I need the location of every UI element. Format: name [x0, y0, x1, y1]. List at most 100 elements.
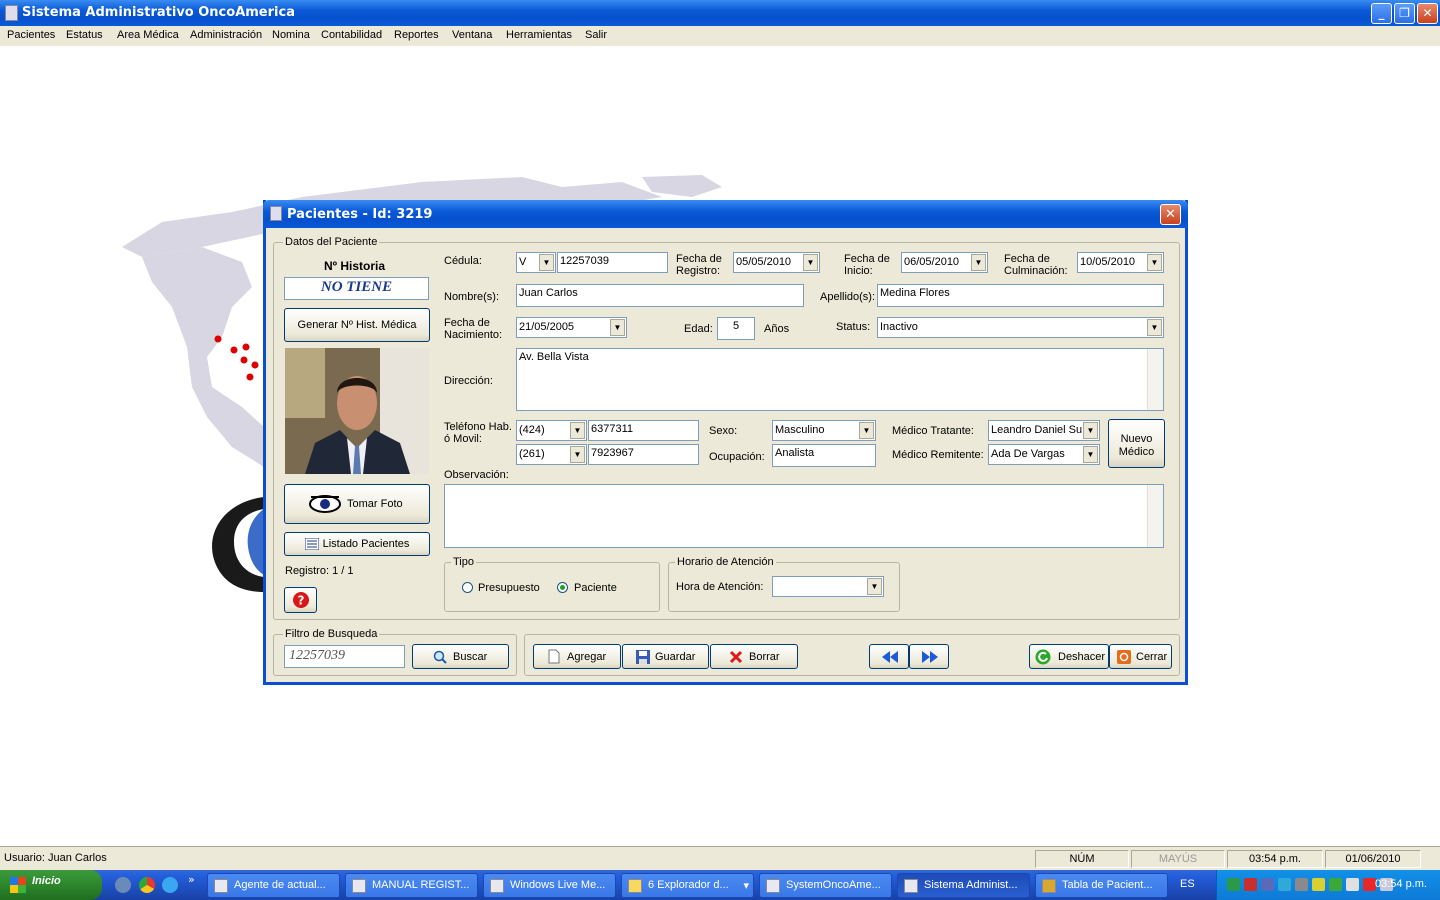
- chevron-down-icon: ▼: [859, 422, 874, 439]
- chevron-down-icon: ▼: [1083, 446, 1098, 463]
- quicklaunch-explorer-icon[interactable]: [162, 877, 178, 893]
- borrar-button[interactable]: Borrar: [710, 644, 798, 669]
- cedula-input[interactable]: 12257039: [557, 252, 668, 273]
- menu-herramientas[interactable]: Herramientas: [506, 29, 572, 41]
- taskbar-button-2[interactable]: MANUAL REGIST...: [345, 873, 478, 898]
- menu-pacientes[interactable]: Pacientes: [7, 29, 55, 41]
- cerrar-button[interactable]: Cerrar: [1109, 644, 1172, 669]
- menu-ventana[interactable]: Ventana: [452, 29, 492, 41]
- deshacer-button[interactable]: Deshacer: [1029, 644, 1109, 669]
- tomar-foto-button[interactable]: Tomar Foto: [284, 484, 430, 524]
- cerrar-label: Cerrar: [1136, 651, 1168, 663]
- status-select[interactable]: Inactivo ▼: [877, 317, 1164, 338]
- quicklaunch-more-icon[interactable]: »: [188, 873, 195, 886]
- generar-historia-button[interactable]: Generar Nº Hist. Médica: [284, 308, 430, 342]
- chevron-down-icon: ▼: [570, 446, 585, 463]
- tel2-code-select[interactable]: (261) ▼: [516, 444, 587, 465]
- tel2-number-input[interactable]: 7923967: [588, 444, 699, 465]
- dialog-close-button[interactable]: ✕: [1160, 204, 1181, 225]
- medico-remitente-select[interactable]: Ada De Vargas ▼: [988, 444, 1100, 465]
- fecha-registro-label: Fecha de Registro:: [676, 253, 722, 277]
- fecha-inicio-label: Fecha de Inicio:: [844, 253, 890, 277]
- language-indicator[interactable]: ES: [1180, 878, 1195, 890]
- previous-record-button[interactable]: [869, 644, 909, 669]
- paciente-radio[interactable]: [557, 582, 568, 593]
- taskbar-button-5[interactable]: SystemOncoAme...: [759, 873, 892, 898]
- chevron-down-icon: ▼: [570, 422, 585, 439]
- network-icon[interactable]: [1227, 878, 1240, 891]
- chevron-down-icon: ▼: [539, 254, 554, 271]
- sexo-value: Masculino: [775, 424, 825, 436]
- fecha-culminacion-value: 10/05/2010: [1080, 256, 1136, 268]
- fecha-nacimiento-label: Fecha de Nacimiento:: [444, 317, 503, 341]
- filtro-input[interactable]: 12257039: [284, 645, 405, 668]
- taskbar-button-4[interactable]: 6 Explorador d... ▾: [621, 873, 754, 898]
- fecha-culminacion-picker[interactable]: 10/05/2010 ▼: [1077, 252, 1164, 273]
- direccion-textarea[interactable]: Av. Bella Vista: [516, 348, 1164, 411]
- tel1-number-input[interactable]: 6377311: [588, 420, 699, 441]
- fast-forward-icon: [922, 651, 938, 663]
- menu-nomina[interactable]: Nomina: [272, 29, 310, 41]
- next-record-button[interactable]: [909, 644, 949, 669]
- fecha-nacimiento-picker[interactable]: 21/05/2005 ▼: [516, 317, 627, 338]
- nuevo-medico-button[interactable]: Nuevo Médico: [1108, 419, 1165, 468]
- apellidos-input[interactable]: Medina Flores: [877, 284, 1164, 307]
- cedula-tipo-select[interactable]: V ▼: [516, 252, 556, 273]
- menu-contabilidad[interactable]: Contabilidad: [321, 29, 382, 41]
- medico-tratante-select[interactable]: Leandro Daniel Su ▼: [988, 420, 1100, 441]
- status-label: Status:: [836, 321, 871, 333]
- observacion-scrollbar[interactable]: [1147, 485, 1163, 547]
- quicklaunch-ie-icon[interactable]: [115, 877, 131, 893]
- listado-pacientes-label: Listado Pacientes: [322, 538, 410, 550]
- shield-icon[interactable]: [1346, 878, 1359, 891]
- eye-icon: [309, 495, 341, 513]
- device-icon[interactable]: [1312, 878, 1325, 891]
- taskbar-button-5-label: SystemOncoAme...: [786, 879, 881, 891]
- close-button[interactable]: ✕: [1417, 3, 1438, 24]
- buscar-button[interactable]: Buscar: [412, 644, 509, 669]
- folder-icon: [628, 879, 642, 893]
- minimize-button[interactable]: _: [1371, 3, 1392, 24]
- security-alert-icon[interactable]: [1244, 878, 1257, 891]
- display-icon[interactable]: [1261, 878, 1274, 891]
- observacion-textarea[interactable]: [444, 484, 1164, 548]
- start-button[interactable]: Inicio: [0, 870, 102, 900]
- taskbar: Inicio » Agente de actual... MANUAL REGI…: [0, 870, 1440, 900]
- menu-estatus[interactable]: Estatus: [66, 29, 103, 41]
- update-icon[interactable]: [1329, 878, 1342, 891]
- hora-atencion-select[interactable]: ▼: [772, 576, 884, 597]
- taskbar-button-3[interactable]: Windows Live Me...: [483, 873, 616, 898]
- restore-button[interactable]: ❐: [1394, 3, 1415, 24]
- nombres-input[interactable]: Juan Carlos: [516, 284, 804, 307]
- presupuesto-label: Presupuesto: [478, 582, 540, 594]
- taskbar-button-6[interactable]: Sistema Administ...: [897, 873, 1030, 898]
- taskbar-button-7[interactable]: Tabla de Pacient...: [1035, 873, 1168, 898]
- app-window-icon: [766, 879, 780, 893]
- group-arrow-icon: ▾: [743, 880, 749, 892]
- messenger-tray-icon[interactable]: [1278, 878, 1291, 891]
- edad-input[interactable]: 5: [717, 317, 755, 340]
- help-button[interactable]: ?: [284, 587, 317, 613]
- agregar-button[interactable]: Agregar: [533, 644, 621, 669]
- menu-area-medica[interactable]: Area Médica: [117, 29, 179, 41]
- menu-reportes[interactable]: Reportes: [394, 29, 439, 41]
- windows-logo-icon: [10, 877, 26, 893]
- fecha-inicio-picker[interactable]: 06/05/2010 ▼: [901, 252, 988, 273]
- app-icon: [5, 5, 18, 21]
- fecha-registro-picker[interactable]: 05/05/2010 ▼: [733, 252, 820, 273]
- tray-clock[interactable]: 03:54 p.m.: [1375, 878, 1427, 890]
- direccion-scrollbar[interactable]: [1147, 349, 1163, 410]
- listado-pacientes-button[interactable]: Listado Pacientes: [284, 532, 430, 556]
- tipo-group: [444, 562, 660, 612]
- tel1-code-select[interactable]: (424) ▼: [516, 420, 587, 441]
- guardar-button[interactable]: Guardar: [622, 644, 709, 669]
- presupuesto-radio[interactable]: [462, 582, 473, 593]
- ocupacion-input[interactable]: Analista: [772, 444, 876, 467]
- menu-salir[interactable]: Salir: [585, 29, 607, 41]
- menu-administracion[interactable]: Administración: [190, 29, 262, 41]
- printer-icon[interactable]: [1295, 878, 1308, 891]
- chevron-down-icon: ▼: [867, 578, 882, 595]
- sexo-select[interactable]: Masculino ▼: [772, 420, 876, 441]
- quicklaunch-chrome-icon[interactable]: [139, 877, 155, 893]
- taskbar-button-1[interactable]: Agente de actual...: [207, 873, 340, 898]
